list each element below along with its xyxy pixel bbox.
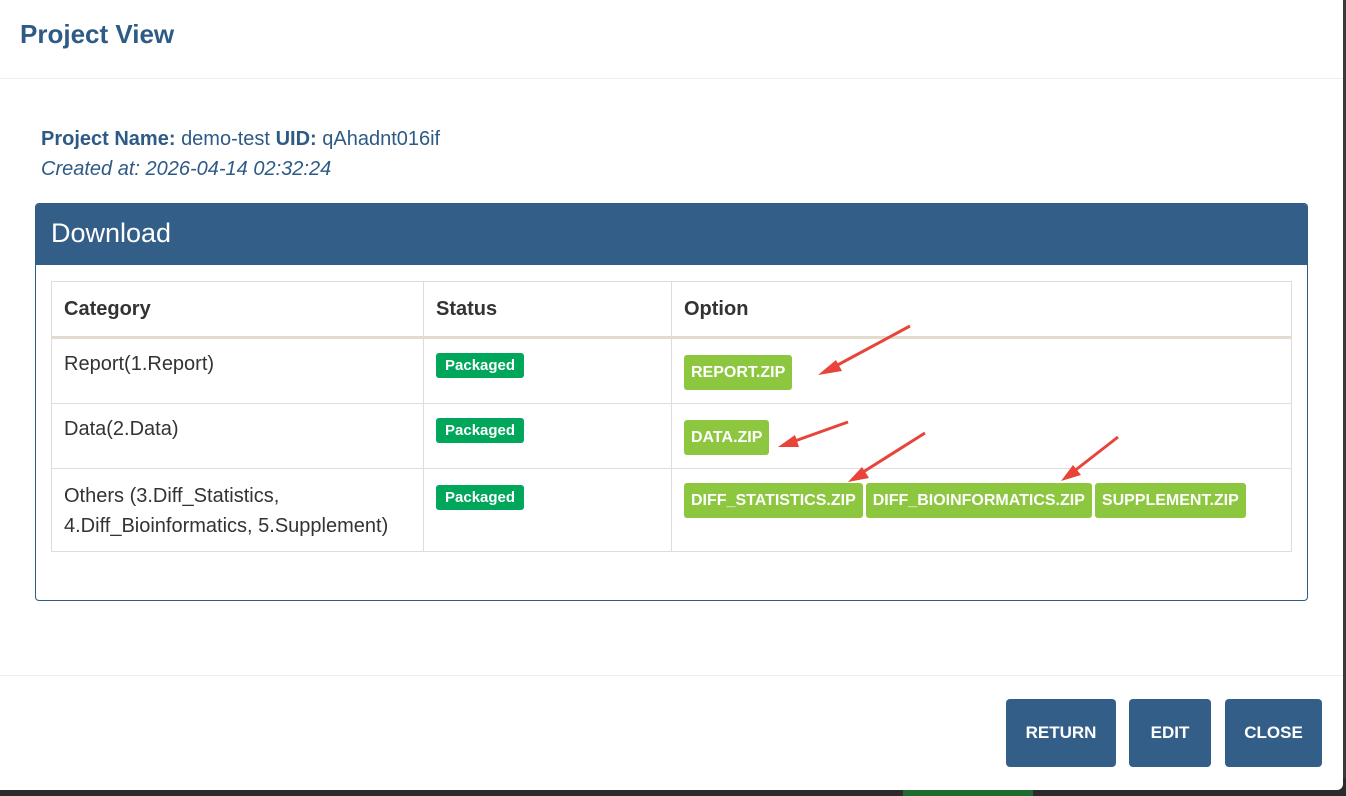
status-cell: Packaged <box>423 468 672 552</box>
table-header-row: Category Status Option <box>51 281 1292 339</box>
option-cell: REPORT.ZIP <box>671 337 1292 404</box>
category-line-1: Others (3.Diff_Statistics, <box>64 485 280 507</box>
modal-footer: RETURN EDIT CLOSE <box>0 675 1343 791</box>
uid-label: UID: <box>275 128 317 150</box>
project-name-label: Project Name: <box>41 128 176 150</box>
project-meta: Project Name: demo-test UID: qAhadnt016i… <box>41 124 440 184</box>
modal-header: Project View <box>0 0 1343 79</box>
column-header-option: Option <box>671 281 1292 339</box>
edit-button[interactable]: EDIT <box>1129 699 1211 767</box>
modal-title: Project View <box>20 19 175 49</box>
status-badge: Packaged <box>436 353 525 378</box>
data-zip-button[interactable]: DATA.ZIP <box>684 420 770 455</box>
project-view-modal: Project View Project Name: demo-test UID… <box>0 0 1343 790</box>
supplement-zip-button[interactable]: SUPPLEMENT.ZIP <box>1094 483 1246 518</box>
report-zip-button[interactable]: REPORT.ZIP <box>684 355 793 390</box>
option-cell: DIFF_STATISTICS.ZIP DIFF_BIOINFORMATICS.Z… <box>671 468 1292 552</box>
diff-bioinformatics-zip-button[interactable]: DIFF_BIOINFORMATICS.ZIP <box>865 483 1092 518</box>
option-cell: DATA.ZIP <box>671 403 1292 469</box>
category-line-2: 4.Diff_Bioinformatics, 5.Supplement) <box>64 515 389 537</box>
return-button[interactable]: RETURN <box>1006 699 1116 767</box>
table-row: Others (3.Diff_Statistics, 4.Diff_Bioinf… <box>51 468 1292 552</box>
category-cell: Report(1.Report) <box>51 337 424 404</box>
created-at: Created at: 2026-04-14 02:32:24 <box>41 158 332 180</box>
download-heading: Download <box>36 204 1307 265</box>
category-cell: Others (3.Diff_Statistics, 4.Diff_Bioinf… <box>51 468 424 552</box>
status-cell: Packaged <box>423 403 672 469</box>
project-name-value: demo-test <box>181 128 270 150</box>
download-panel: Download Category Status Option Report(1… <box>35 203 1308 601</box>
project-name-line: Project Name: demo-test UID: qAhadnt016i… <box>41 124 440 154</box>
status-cell: Packaged <box>423 337 672 404</box>
close-button[interactable]: CLOSE <box>1225 699 1322 767</box>
uid-value: qAhadnt016if <box>322 128 441 150</box>
status-badge: Packaged <box>436 485 525 510</box>
column-header-category: Category <box>51 281 424 339</box>
download-table: Category Status Option Report(1.Report) … <box>51 281 1292 552</box>
category-cell: Data(2.Data) <box>51 403 424 469</box>
column-header-status: Status <box>423 281 672 339</box>
table-row: Data(2.Data) Packaged DATA.ZIP <box>51 403 1292 469</box>
table-row: Report(1.Report) Packaged REPORT.ZIP <box>51 337 1292 404</box>
status-badge: Packaged <box>436 418 525 443</box>
diff-statistics-zip-button[interactable]: DIFF_STATISTICS.ZIP <box>684 483 863 518</box>
